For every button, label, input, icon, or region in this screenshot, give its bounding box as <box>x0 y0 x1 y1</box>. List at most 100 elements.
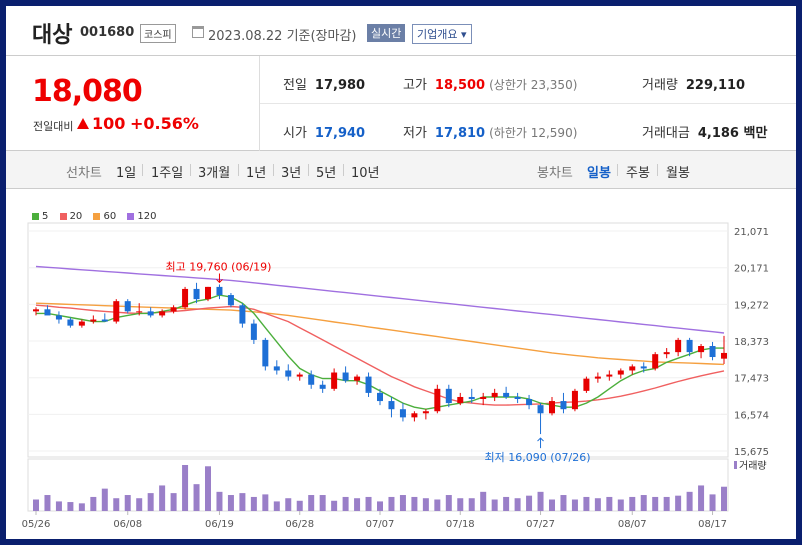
candle-body <box>354 376 361 381</box>
realtime-button[interactable]: 실시간 <box>367 24 406 42</box>
high-label: 고가 <box>403 78 427 93</box>
candle-body <box>308 374 315 385</box>
y-tick-label: 16,574 <box>734 410 769 421</box>
candle-body <box>503 392 510 397</box>
company-info-button[interactable]: 기업개요 ▾ <box>412 24 472 44</box>
line-chart-label: 선차트 <box>66 166 102 181</box>
candle-body <box>526 399 533 406</box>
volume-bar <box>147 493 154 511</box>
candle-body <box>480 396 487 400</box>
candle-body <box>594 376 601 379</box>
volume-bar <box>480 491 487 511</box>
tab-monthly[interactable]: 월봉 <box>666 162 690 181</box>
prev-close-label: 전일 <box>283 78 307 93</box>
tab-3m[interactable]: 3개월 <box>198 162 230 181</box>
volume-bar <box>457 498 464 511</box>
volume-bar <box>491 499 498 511</box>
y-tick-label: 17,473 <box>734 374 769 385</box>
legend-label: 120 <box>137 211 157 222</box>
legend-label: 60 <box>103 211 117 222</box>
volume-bar <box>342 496 349 511</box>
low-value: 17,810 <box>434 126 486 141</box>
candle-body <box>319 384 326 389</box>
change-value: 100 <box>92 114 126 133</box>
high-price: 고가 18,500 (상한가 23,350) <box>403 74 577 93</box>
volume-bar <box>331 500 338 511</box>
volume-bar <box>445 495 452 511</box>
volume-bar <box>434 499 441 511</box>
candle-body <box>571 390 578 410</box>
tab-10y[interactable]: 10년 <box>351 162 380 181</box>
tab-weekly[interactable]: 주봉 <box>626 162 650 181</box>
high-arrow-icon <box>216 273 223 284</box>
stock-header: 대상 001680 코스피 2023.08.22 기준(장마감) 실시간 기업개… <box>6 6 796 56</box>
volume-bar <box>296 500 303 511</box>
up-arrow-icon <box>77 118 89 129</box>
calendar-icon <box>192 26 204 38</box>
low-label: 저가 <box>403 126 427 141</box>
x-tick-label: 07/27 <box>526 519 555 530</box>
divider <box>657 164 658 176</box>
legend-swatch <box>93 212 101 220</box>
volume-bar <box>136 498 143 511</box>
tab-3y[interactable]: 3년 <box>281 162 301 181</box>
candle-body <box>193 288 200 300</box>
x-tick-label: 07/07 <box>366 519 395 530</box>
volume-bar <box>44 495 51 511</box>
volume-bar <box>388 496 395 511</box>
tab-5y[interactable]: 5년 <box>316 162 336 181</box>
candle-body <box>560 401 567 410</box>
candle-body <box>709 346 716 358</box>
volume-bar <box>78 503 85 511</box>
volume-bar <box>468 498 475 511</box>
volume-bar <box>675 495 682 511</box>
volume-bar <box>365 496 372 511</box>
tab-daily[interactable]: 일봉 <box>587 162 611 181</box>
candle-body <box>583 378 590 391</box>
volume-bar <box>308 495 315 511</box>
amount-value: 4,186 백만 <box>697 126 768 141</box>
candle-body <box>445 388 452 404</box>
divider <box>260 103 796 104</box>
candle-body <box>113 301 120 322</box>
tab-1d[interactable]: 1일 <box>116 162 136 181</box>
tab-1y[interactable]: 1년 <box>246 162 266 181</box>
volume-legend-swatch <box>734 461 737 469</box>
tab-1w[interactable]: 1주일 <box>151 162 183 181</box>
y-tick-label: 18,373 <box>734 337 769 348</box>
candle-body <box>227 295 234 306</box>
volume-bar <box>239 493 246 511</box>
volume-bar <box>686 491 693 511</box>
volume-bar <box>319 495 326 511</box>
legend-swatch <box>32 212 39 220</box>
open-label: 시가 <box>283 126 307 141</box>
low-price: 저가 17,810 (하한가 12,590) <box>403 122 577 141</box>
candle-body <box>434 388 441 412</box>
candle-body <box>640 366 647 369</box>
volume-bar <box>422 498 429 511</box>
candle-body <box>147 311 154 316</box>
x-tick-label: 08/07 <box>618 519 647 530</box>
candle-body <box>182 288 189 308</box>
high-annotation: 최고 19,760 (06/19) <box>165 260 271 273</box>
volume-bar <box>583 496 590 511</box>
divider <box>617 164 618 176</box>
candle-body <box>90 319 97 322</box>
divider <box>343 164 344 176</box>
candle-body <box>33 309 39 312</box>
volume-bar <box>159 485 166 511</box>
volume-label: 거래량 <box>642 78 678 93</box>
open-value: 17,940 <box>314 126 366 141</box>
x-tick-label: 05/26 <box>22 519 51 530</box>
volume-bar <box>709 494 716 511</box>
candle-body <box>55 315 62 320</box>
volume-bar <box>124 495 131 511</box>
legend-ma60: 60 <box>93 211 116 222</box>
candle-body <box>537 405 544 414</box>
legend-ma120: 120 <box>127 211 157 222</box>
candle-body <box>549 401 555 414</box>
low-arrow-icon <box>537 437 544 449</box>
base-date: 2023.08.22 기준(장마감) <box>208 29 357 44</box>
volume-bar <box>205 466 211 511</box>
prev-close-value: 17,980 <box>314 78 366 93</box>
